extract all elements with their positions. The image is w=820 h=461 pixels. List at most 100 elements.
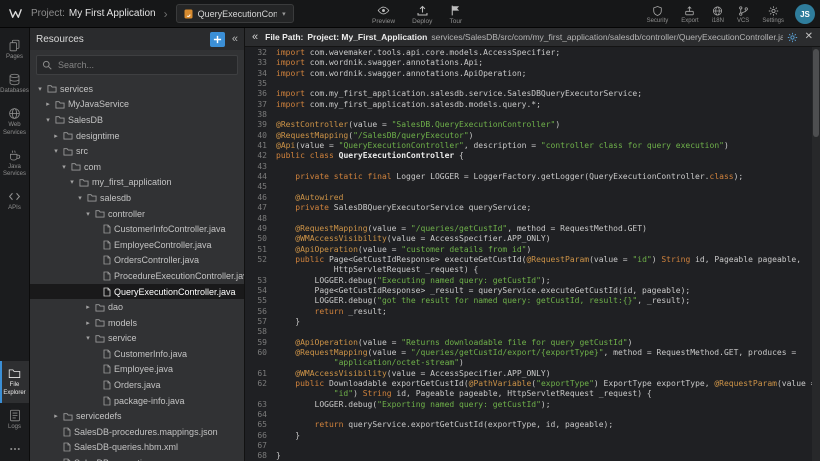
topbar-i18n-button[interactable]: i18N (712, 5, 724, 24)
topbar-security-button[interactable]: Security (647, 5, 669, 24)
line-number: 46 (245, 193, 276, 203)
tree-item-customerinfo-java[interactable]: CustomerInfo.java (30, 346, 244, 362)
code-line: "application/octet-stream") (245, 358, 812, 368)
tree-item-salesdb-queries-hbm-xml[interactable]: SalesDB-queries.hbm.xml (30, 440, 244, 456)
tree-item-salesdb-procedures-mappings-json[interactable]: SalesDB-procedures.mappings.json (30, 424, 244, 440)
tree-item-employeecontroller-java[interactable]: EmployeeController.java (30, 237, 244, 253)
tree-item-label: models (108, 318, 137, 328)
activity-item-apis[interactable]: APIs (0, 184, 29, 218)
activity-item-logs[interactable]: Logs (0, 403, 29, 437)
scrollbar-thumb[interactable] (813, 49, 819, 137)
line-number: 67 (245, 441, 276, 451)
code-line-text: @WMAccessVisibility(value = AccessSpecif… (276, 234, 551, 244)
chevron-right-icon: ▸ (84, 303, 92, 311)
code-line-text: @RequestMapping(value = "/queries/getCus… (276, 348, 796, 358)
activity-item-file-explorer[interactable]: File Explorer (0, 361, 29, 402)
wavemaker-logo-icon (8, 6, 23, 21)
search-icon (42, 60, 52, 70)
tree-item-orders-java[interactable]: Orders.java (30, 377, 244, 393)
code-lines: 32import com.wavemaker.tools.api.core.mo… (245, 48, 812, 461)
tree-item-salesdb[interactable]: ▾SalesDB (30, 112, 244, 128)
tree-item-servicedefs[interactable]: ▸servicedefs (30, 408, 244, 424)
tree-item-label: SalesDB (68, 115, 103, 125)
line-number: 58 (245, 327, 276, 337)
topbar-vcs-button[interactable]: VCS (737, 5, 749, 24)
tree-item-salesdb[interactable]: ▾ salesdb (30, 190, 244, 206)
activity-item-web-services[interactable]: Web Services (0, 101, 29, 142)
add-resource-button[interactable] (210, 32, 225, 47)
code-line-text: @WMAccessVisibility(value = AccessSpecif… (276, 369, 551, 379)
tree-item-services[interactable]: ▾services (30, 81, 244, 97)
tree-item-package-info-java[interactable]: package-info.java (30, 393, 244, 409)
preview-eye-icon (377, 4, 390, 17)
topbar-preview-button[interactable]: Preview (372, 4, 395, 25)
tree-item-my-first-application[interactable]: ▾my_first_application (30, 175, 244, 191)
activity-item-databases[interactable]: Databases (0, 67, 29, 101)
user-avatar[interactable]: JS (795, 4, 815, 24)
file-settings-gear-icon[interactable] (787, 32, 798, 43)
code-line-text (276, 79, 281, 89)
folder-icon (95, 303, 105, 312)
code-line-text: } (276, 431, 300, 441)
folder-icon (95, 334, 105, 343)
open-file-dropdown[interactable]: QueryExecutionCon... ▾ (176, 4, 294, 23)
activity-item-label: Logs (8, 424, 21, 431)
tree-item-queryexecutioncontroller-java[interactable]: QueryExecutionController.java (30, 284, 244, 300)
activity-item-more-dots[interactable] (0, 437, 29, 461)
chevron-right-icon: › (164, 7, 168, 21)
code-line: 51 @ApiOperation(value = "customer detai… (245, 245, 812, 255)
activity-item-label: Pages (6, 54, 23, 61)
code-line-text: } (276, 451, 281, 461)
tree-item-myjavaservice[interactable]: ▸MyJavaService (30, 97, 244, 113)
tree-item-models[interactable]: ▸models (30, 315, 244, 331)
topbar-actions: Preview Deploy Tour (372, 0, 462, 28)
tree-item-procedureexecutioncontroller-java[interactable]: ProcedureExecutionController.java (30, 268, 244, 284)
topbar-settings-button[interactable]: Settings (762, 5, 784, 24)
tree-item-label: controller (108, 209, 145, 219)
activity-item-label: File Explorer (1, 382, 28, 396)
topbar-button-label: Export (681, 18, 698, 24)
tree-item-label: salesdb (100, 193, 131, 203)
collapse-panel-chevron-double-left-icon[interactable]: « (252, 32, 258, 43)
tree-item-orderscontroller-java[interactable]: OrdersController.java (30, 253, 244, 269)
tree-item-label: package-info.java (114, 396, 185, 406)
tree-item-controller[interactable]: ▾controller (30, 206, 244, 222)
resources-title: Resources (36, 34, 203, 45)
editor-scrollbar[interactable] (812, 47, 820, 461)
activity-item-pages[interactable]: Pages (0, 33, 29, 67)
code-editor[interactable]: 32import com.wavemaker.tools.api.core.mo… (245, 47, 812, 461)
tree-item-label: designtime (76, 131, 120, 141)
tree-item-src[interactable]: ▾src (30, 143, 244, 159)
code-line: 57 } (245, 317, 812, 327)
line-number: 32 (245, 48, 276, 58)
tree-item-service[interactable]: ▾service (30, 331, 244, 347)
tree-item-label: OrdersController.java (114, 255, 199, 265)
tree-item-salesdb-properties[interactable]: SalesDB.properties (30, 455, 244, 461)
code-line-text: HttpServletRequest _request) { (276, 265, 478, 275)
tree-item-label: service (108, 333, 137, 343)
tree-item-com[interactable]: ▾com (30, 159, 244, 175)
topbar-export-button[interactable]: Export (681, 5, 698, 24)
topbar-button-label: Security (647, 18, 669, 24)
search-input[interactable] (56, 59, 232, 71)
topbar-deploy-button[interactable]: Deploy (412, 4, 432, 25)
code-line-text: @ApiOperation(value = "customer details … (276, 245, 531, 255)
code-line-text (276, 410, 281, 420)
activity-item-java-services[interactable]: Java Services (0, 143, 29, 184)
line-number: 48 (245, 214, 276, 224)
code-line-text: @ApiOperation(value = "Returns downloada… (276, 338, 632, 348)
close-file-button[interactable]: ✕ (805, 32, 813, 42)
chevron-double-left-icon[interactable]: « (232, 34, 238, 45)
code-line-text: "id") String id, Pageable pageable, Http… (276, 389, 652, 399)
tree-item-employee-java[interactable]: Employee.java (30, 362, 244, 378)
line-number: 34 (245, 69, 276, 79)
code-line: 36import com.my_first_application.salesd… (245, 89, 812, 99)
chevron-down-icon: ▾ (76, 194, 84, 202)
tree-item-designtime[interactable]: ▸designtime (30, 128, 244, 144)
tree-item-dao[interactable]: ▸dao (30, 299, 244, 315)
tree-item-customerinfocontroller-java[interactable]: CustomerInfoController.java (30, 221, 244, 237)
code-line: 55 LOGGER.debug("got the result for name… (245, 296, 812, 306)
folder-icon (95, 209, 105, 218)
topbar-tour-button[interactable]: Tour (449, 4, 462, 25)
project-name[interactable]: My First Application (69, 8, 156, 19)
